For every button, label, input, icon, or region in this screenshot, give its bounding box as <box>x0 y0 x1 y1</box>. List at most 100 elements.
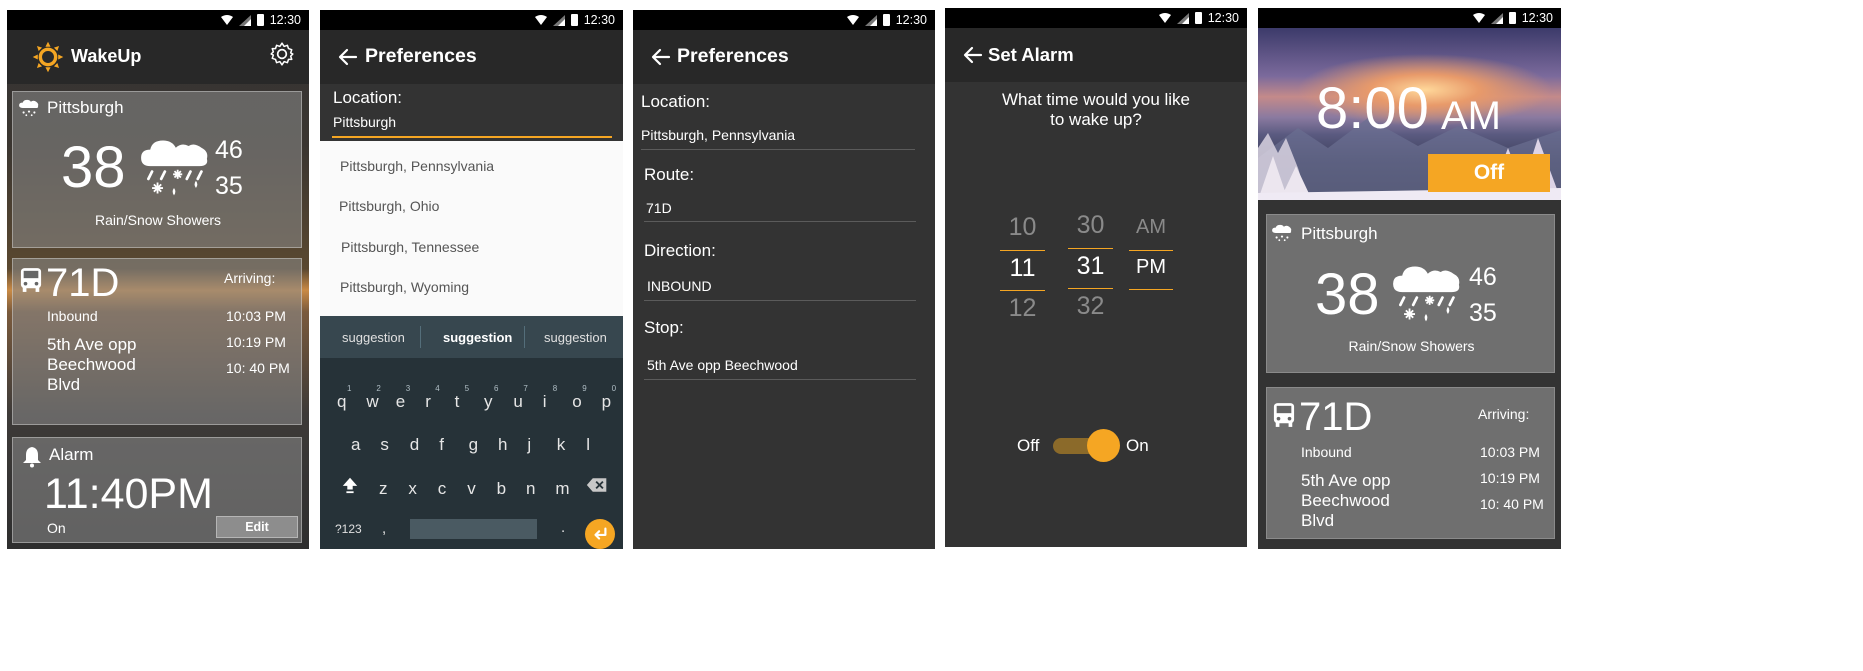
key-hint: 7 <box>523 384 528 393</box>
location-label: Location: <box>333 88 402 107</box>
minute-option[interactable]: 30 <box>1068 211 1113 240</box>
keyboard: suggestion suggestion suggestion q1 w2 e3 r… <box>320 316 623 549</box>
suggestion-item[interactable]: Pittsburgh, Ohio <box>339 198 439 214</box>
key-hint: 0 <box>611 384 617 393</box>
key-v[interactable]: v <box>467 479 476 499</box>
direction-value[interactable]: INBOUND <box>647 278 712 294</box>
key-s[interactable]: s <box>380 435 389 455</box>
key-u[interactable]: u <box>513 392 522 412</box>
back-arrow-icon[interactable] <box>336 46 360 68</box>
weather-condition: Rain/Snow Showers <box>1348 338 1475 354</box>
weather-city: Pittsburgh <box>47 98 124 117</box>
status-time: 12:30 <box>583 13 615 27</box>
weather-temp: 38 <box>61 135 126 200</box>
enter-icon <box>591 525 609 543</box>
ampm-option[interactable]: AM <box>1129 216 1173 239</box>
ampm-selected[interactable]: PM <box>1129 256 1173 279</box>
alarm-card[interactable]: Alarm 11:40PM On Edit <box>12 437 302 543</box>
back-arrow-icon[interactable] <box>961 44 985 66</box>
bus-stop-line-1: 5th Ave opp <box>1301 471 1391 490</box>
key-p[interactable]: p <box>602 392 611 412</box>
enter-key[interactable] <box>585 519 615 549</box>
symbols-key[interactable]: ?123 <box>335 522 362 536</box>
key-g[interactable]: g <box>469 435 478 455</box>
key-h[interactable]: h <box>498 435 507 455</box>
key-a[interactable]: a <box>351 435 360 455</box>
key-c[interactable]: c <box>438 479 447 499</box>
ampm-wheel[interactable]: AM PM <box>1129 216 1173 296</box>
route-value[interactable]: 71D <box>646 200 672 216</box>
bus-card[interactable]: 71D Arriving: Inbound 5th Ave opp Beechw… <box>12 258 302 425</box>
key-k[interactable]: k <box>557 435 566 455</box>
key-r[interactable]: r <box>425 392 431 412</box>
keyboard-suggestion[interactable]: suggestion <box>544 330 607 345</box>
key-d[interactable]: d <box>410 435 419 455</box>
suggestion-item[interactable]: Pittsburgh, Wyoming <box>340 279 469 295</box>
shift-icon[interactable] <box>341 476 359 494</box>
minute-wheel[interactable]: 30 31 32 <box>1068 211 1113 331</box>
weather-card[interactable]: Pittsburgh 38 46 35 Rain/Snow Showers <box>1266 214 1555 373</box>
keyboard-suggestion[interactable]: suggestion <box>342 330 405 345</box>
alarm-time: 11:40PM <box>44 470 213 518</box>
minute-selected[interactable]: 31 <box>1068 252 1113 281</box>
key-q[interactable]: q <box>337 392 346 412</box>
spacebar[interactable] <box>410 519 537 539</box>
comma-key[interactable]: , <box>382 520 386 537</box>
key-m[interactable]: m <box>555 479 569 499</box>
hour-wheel[interactable]: 10 11 12 <box>1000 213 1045 333</box>
key-n[interactable]: n <box>526 479 535 499</box>
home-screen: 12:30 WakeUp Pittsburgh 38 46 35 Rain/Sn… <box>7 10 309 549</box>
toggle-thumb <box>1087 429 1120 462</box>
key-t[interactable]: t <box>455 392 460 412</box>
key-o[interactable]: o <box>572 392 581 412</box>
wake-prompt-line: to wake up? <box>1050 110 1142 129</box>
hour-option[interactable]: 12 <box>1000 294 1045 323</box>
battery-icon <box>882 14 890 26</box>
key-i[interactable]: i <box>543 392 547 412</box>
key-x[interactable]: x <box>408 479 417 499</box>
key-b[interactable]: b <box>497 479 506 499</box>
suggestion-item[interactable]: Pittsburgh, Tennessee <box>341 239 479 255</box>
key-f[interactable]: f <box>439 435 444 455</box>
arrival-time: 10: 40 PM <box>1480 496 1544 512</box>
keyboard-suggestion[interactable]: suggestion <box>443 330 512 345</box>
suggestion-item[interactable]: Pittsburgh, Pennsylvania <box>340 158 494 174</box>
alarm-off-button[interactable]: Off <box>1428 154 1550 192</box>
app-title: WakeUp <box>71 46 142 66</box>
wheel-divider <box>1068 248 1113 249</box>
gear-icon[interactable] <box>269 41 295 67</box>
route-label: Route: <box>644 165 695 184</box>
location-input[interactable]: Pittsburgh <box>332 112 612 138</box>
arrival-time: 10: 40 PM <box>226 360 290 376</box>
key-e[interactable]: e <box>396 392 405 412</box>
weather-card[interactable]: Pittsburgh 38 46 35 Rain/Snow Showers <box>12 91 302 248</box>
arriving-label: Arriving: <box>1478 406 1530 422</box>
back-arrow-icon[interactable] <box>649 46 673 68</box>
key-l[interactable]: l <box>586 435 590 455</box>
battery-icon <box>256 14 264 26</box>
bus-direction: Inbound <box>47 308 98 324</box>
signal-icon <box>553 15 565 26</box>
direction-label: Direction: <box>644 241 716 260</box>
backspace-icon[interactable] <box>586 477 608 493</box>
status-time: 12:30 <box>895 13 927 27</box>
bus-stop-line-3: Blvd <box>47 375 81 394</box>
bus-card[interactable]: 71D Arriving: Inbound 5th Ave opp Beechw… <box>1266 387 1555 539</box>
key-hint: 2 <box>376 384 381 393</box>
key-z[interactable]: z <box>379 479 388 499</box>
hour-selected[interactable]: 11 <box>1000 254 1045 283</box>
location-value[interactable]: Pittsburgh, Pennsylvania <box>641 127 795 143</box>
key-y[interactable]: y <box>484 392 493 412</box>
key-hint: 8 <box>552 384 558 393</box>
rain-snow-icon <box>137 135 211 199</box>
edit-button[interactable]: Edit <box>216 516 298 538</box>
alarm-toggle[interactable] <box>1053 429 1120 462</box>
hour-option[interactable]: 10 <box>1000 213 1045 242</box>
signal-icon <box>239 15 251 26</box>
period-key[interactable]: . <box>561 519 565 536</box>
stop-value[interactable]: 5th Ave opp Beechwood <box>647 357 798 373</box>
key-j[interactable]: j <box>527 435 531 455</box>
minute-option[interactable]: 32 <box>1068 292 1113 321</box>
set-alarm-screen: 12:30 Set Alarm What time would you like… <box>945 8 1247 547</box>
key-w[interactable]: w <box>366 392 378 412</box>
